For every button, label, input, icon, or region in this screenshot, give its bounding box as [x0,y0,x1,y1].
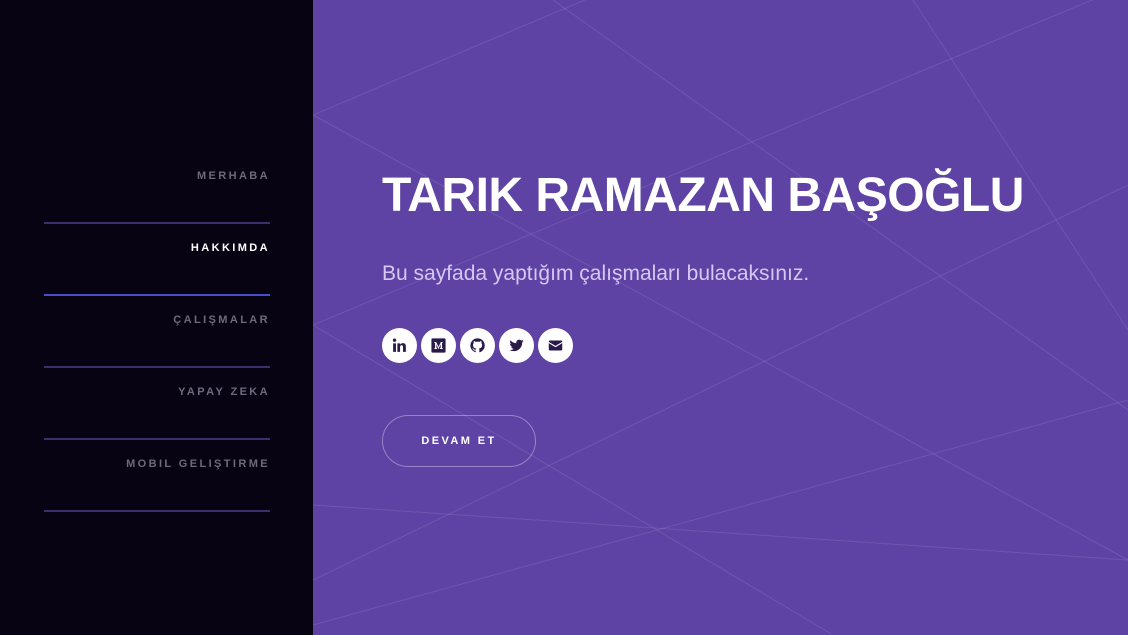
medium-link[interactable] [421,328,456,363]
hero-content: TARIK RAMAZAN BAŞOĞLU Bu sayfada yaptığı… [382,168,1102,467]
sidebar-item-label: ÇALIŞMALAR [173,314,270,326]
sidebar-item-calismalar[interactable]: ÇALIŞMALAR [44,296,270,368]
main-hero: TARIK RAMAZAN BAŞOĞLU Bu sayfada yaptığı… [313,0,1128,635]
sidebar-item-yapay-zeka[interactable]: YAPAY ZEKA [44,368,270,440]
social-links [382,328,1102,363]
sidebar-item-label: MERHABA [196,170,270,182]
sidebar-item-merhaba[interactable]: MERHABA [44,152,270,224]
page-subtitle: Bu sayfada yaptığım çalışmaları bulacaks… [382,262,810,285]
github-link[interactable] [460,328,495,363]
twitter-icon [509,339,524,352]
linkedin-icon [392,338,406,352]
sidebar-item-label: MOBIL GELIŞTIRME [126,458,270,470]
github-icon [470,338,485,353]
medium-icon [431,338,446,353]
sidebar-item-mobil-gelistirme[interactable]: MOBIL GELIŞTIRME [44,440,270,512]
page: MERHABA HAKKIMDA ÇALIŞMALAR YAPAY ZEKA M… [0,0,1128,635]
email-icon [548,340,563,351]
sidebar-item-label: YAPAY ZEKA [178,386,270,398]
linkedin-link[interactable] [382,328,417,363]
sidebar-nav: MERHABA HAKKIMDA ÇALIŞMALAR YAPAY ZEKA M… [44,152,270,512]
sidebar-item-hakkimda[interactable]: HAKKIMDA [44,224,270,296]
continue-button[interactable]: DEVAM ET [382,415,536,467]
twitter-link[interactable] [499,328,534,363]
sidebar: MERHABA HAKKIMDA ÇALIŞMALAR YAPAY ZEKA M… [0,0,313,635]
page-title: TARIK RAMAZAN BAŞOĞLU [382,169,1024,222]
sidebar-item-label: HAKKIMDA [190,242,270,254]
email-link[interactable] [538,328,573,363]
